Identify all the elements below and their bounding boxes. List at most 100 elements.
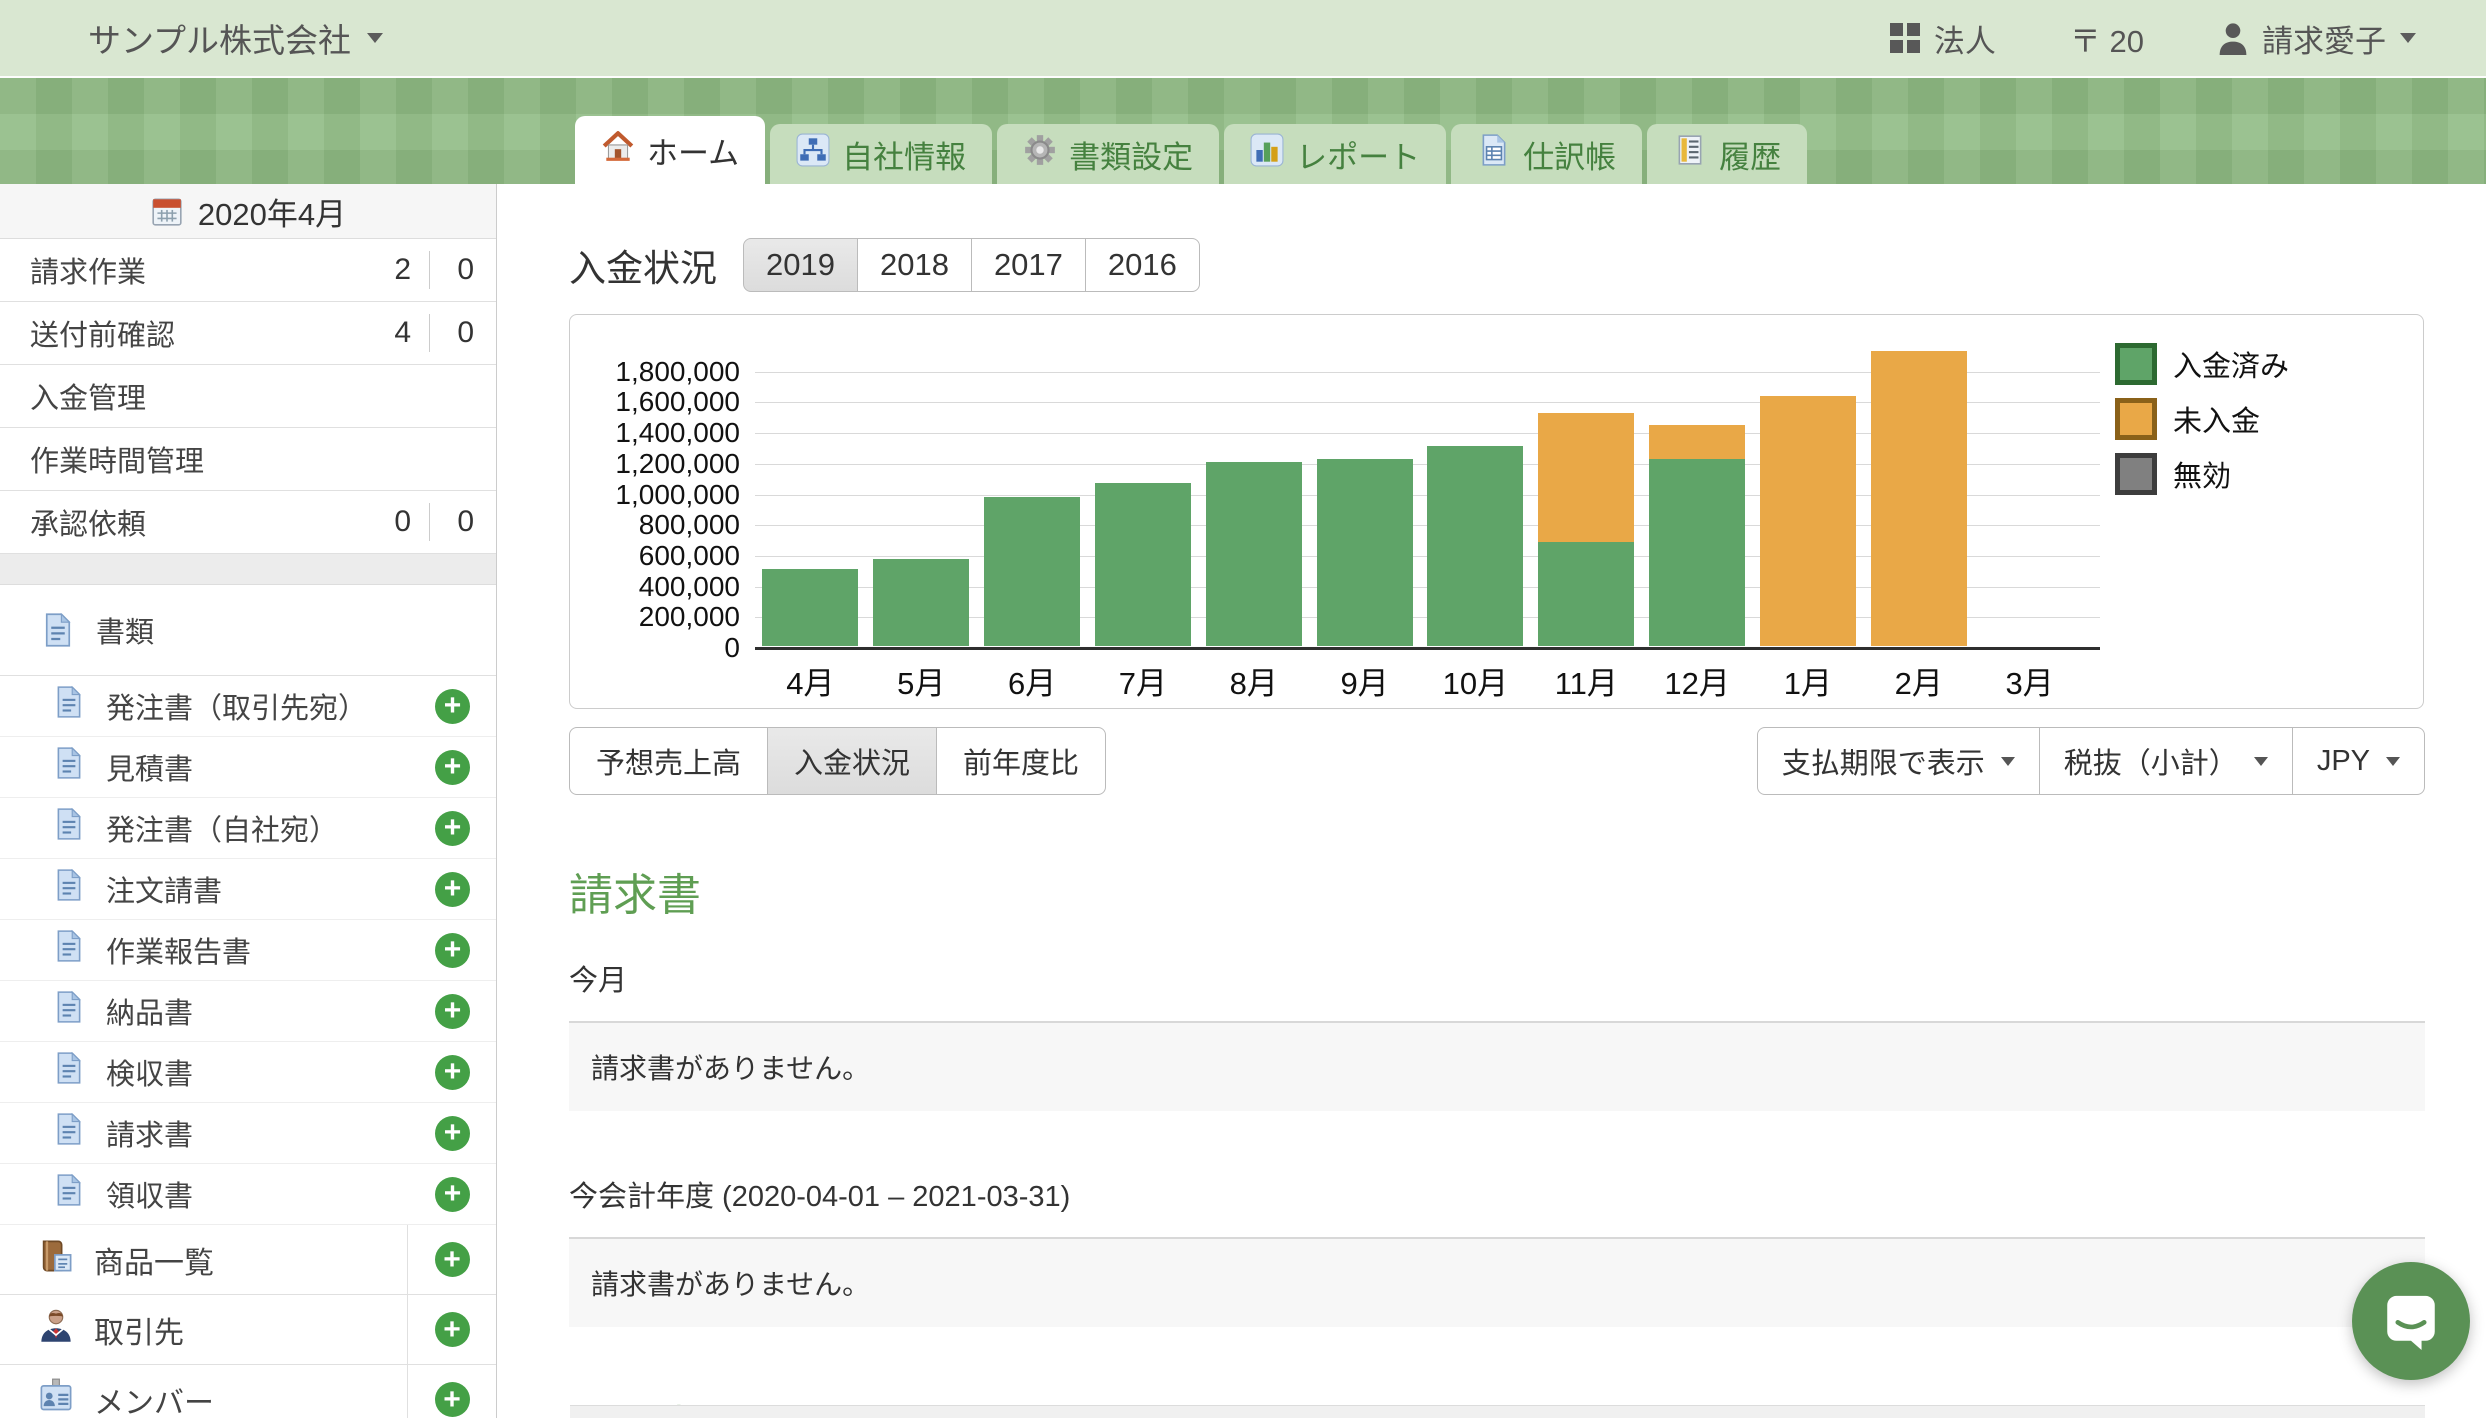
org-type-label: 法人 [1934,16,1996,61]
document-icon [52,868,86,910]
add-work-report-button[interactable]: + [435,933,470,968]
sidebar-item-label: 見積書 [106,746,415,788]
add-product-list-button[interactable]: + [435,1242,470,1277]
bar-5月[interactable] [873,559,969,646]
invoice-section-title: 請求書 [569,859,2425,923]
add-members-button[interactable]: + [435,1382,470,1417]
sidebar-month-label: 2020年4月 [198,189,346,234]
year-button-2019[interactable]: 2019 [743,238,858,292]
year-selector: 2019201820172016 [743,238,1200,292]
tab-company-info[interactable]: 自社情報 [770,124,992,184]
year-button-2017[interactable]: 2017 [971,238,1086,292]
y-axis-tick-label: 400,000 [570,571,740,603]
bar-4月[interactable] [762,569,858,647]
document-icon [40,612,76,648]
company-name: サンプル株式会社 [88,14,351,62]
add-delivery-note-button[interactable]: + [435,994,470,1029]
legend-label: 無効 [2173,453,2231,495]
document-icon [52,1173,86,1215]
x-axis-tick-label: 10月 [1420,658,1530,703]
year-button-2018[interactable]: 2018 [857,238,972,292]
tab-document-settings[interactable]: 書類設定 [997,124,1219,184]
sidebar-item-billing-tasks[interactable]: 請求作業20 [0,239,496,302]
sidebar-item-receipt[interactable]: 領収書 + [0,1164,496,1225]
sidebar-item-documents[interactable]: 書類 [0,585,496,676]
sidebar-item-pre-send-check[interactable]: 送付前確認40 [0,302,496,365]
tab-report[interactable]: レポート [1224,124,1446,184]
chevron-down-icon [2400,33,2416,43]
bar-9月[interactable] [1317,459,1413,646]
bar-segment-入金済み [1427,446,1523,646]
add-purchase-order-client-button[interactable]: + [435,689,470,724]
add-quote-button[interactable]: + [435,750,470,785]
sidebar-item-inspection-certificate[interactable]: 検収書+ [0,1042,496,1103]
sidebar-item-approval-requests[interactable]: 承認依頼00 [0,491,496,554]
view-button-0[interactable]: 予想売上高 [569,727,768,795]
bar-10月[interactable] [1427,446,1523,646]
sidebar-item-invoice[interactable]: 請求書+ [0,1103,496,1164]
bar-segment-入金済み [873,559,969,646]
sidebar-task-list: 請求作業20送付前確認40入金管理作業時間管理承認依頼00 [0,239,496,554]
bar-segment-未入金 [1871,351,1967,647]
businessman-icon [38,1308,74,1352]
y-axis-tick-label: 1,800,000 [570,356,740,388]
count-primary: 4 [371,316,429,350]
legend-label: 入金済み [2173,343,2289,385]
year-button-2016[interactable]: 2016 [1085,238,1200,292]
add-order-confirmation-button[interactable]: + [435,872,470,907]
add-purchase-order-self-button[interactable]: + [435,811,470,846]
sidebar-item-work-report[interactable]: 作業報告書+ [0,920,496,981]
bar-segment-入金済み [762,569,858,647]
sidebar-item-work-time-management[interactable]: 作業時間管理 [0,428,496,491]
bar-2月[interactable] [1871,351,1967,647]
tab-home[interactable]: ホーム [575,116,765,184]
dropdown-display-by-due-date[interactable]: 支払期限で表示 [1757,727,2040,795]
add-inspection-certificate-button[interactable]: + [435,1055,470,1090]
sidebar-item-quote[interactable]: 見積書 + [0,737,496,798]
sidebar-item-payment-management[interactable]: 入金管理 [0,365,496,428]
count-primary: 2 [371,253,429,287]
bar-segment-入金済み [984,497,1080,646]
bar-6月[interactable] [984,497,1080,646]
chart-title: 入金状況 [569,238,717,292]
sidebar-item-label: 領収書 [106,1173,415,1215]
tab-history[interactable]: 履歴 [1647,124,1807,184]
ledger-icon [1477,133,1511,175]
dropdown-tax-excluded-subtotal[interactable]: 税抜（小計） [2039,727,2293,795]
bar-11月[interactable] [1538,413,1634,646]
document-icon [52,1112,86,1154]
company-selector[interactable]: サンプル株式会社 [88,14,383,62]
view-button-2[interactable]: 前年度比 [936,727,1106,795]
x-axis-tick-label: 12月 [1642,658,1752,703]
x-axis-tick-label: 1月 [1753,658,1863,703]
sidebar-item-purchase-order-self[interactable]: 発注書（自社宛）+ [0,798,496,859]
tab-journal[interactable]: 仕訳帳 [1451,124,1642,184]
y-axis-tick-label: 200,000 [570,601,740,633]
bar-segment-入金済み [1649,459,1745,646]
sidebar-item-delivery-note[interactable]: 納品書+ [0,981,496,1042]
sidebar-item-product-list[interactable]: 商品一覧+ [0,1225,496,1295]
chat-launcher-button[interactable] [2352,1262,2470,1380]
tab-label: 仕訳帳 [1523,132,1616,177]
sidebar-item-members[interactable]: メンバー+ [0,1365,496,1418]
bar-1月[interactable] [1760,396,1856,646]
sidebar-item-order-confirmation[interactable]: 注文請書+ [0,859,496,920]
task-counts: 20 [371,251,474,289]
bar-12月[interactable] [1649,425,1745,646]
view-button-1[interactable]: 入金状況 [767,727,937,795]
bar-7月[interactable] [1095,483,1191,647]
postal-indicator[interactable]: 〒 20 [2070,16,2144,61]
chevron-down-icon [2386,757,2400,766]
dropdown-currency[interactable]: JPY [2292,727,2425,795]
user-menu[interactable]: 請求愛子 [2218,16,2416,61]
add-receipt-button[interactable]: + [435,1177,470,1212]
sidebar-item-clients[interactable]: 取引先+ [0,1295,496,1365]
bar-8月[interactable] [1206,462,1302,646]
add-invoice-button[interactable]: + [435,1116,470,1151]
sidebar-month-header[interactable]: 2020年4月 [0,184,496,239]
sidebar-item-purchase-order-client[interactable]: 発注書（取引先宛）+ [0,676,496,737]
org-type-item[interactable]: 法人 [1890,16,1996,61]
sidebar-item-label: 送付前確認 [30,312,371,354]
add-clients-button[interactable]: + [435,1312,470,1347]
sidebar-item-label: 請求作業 [30,249,371,291]
